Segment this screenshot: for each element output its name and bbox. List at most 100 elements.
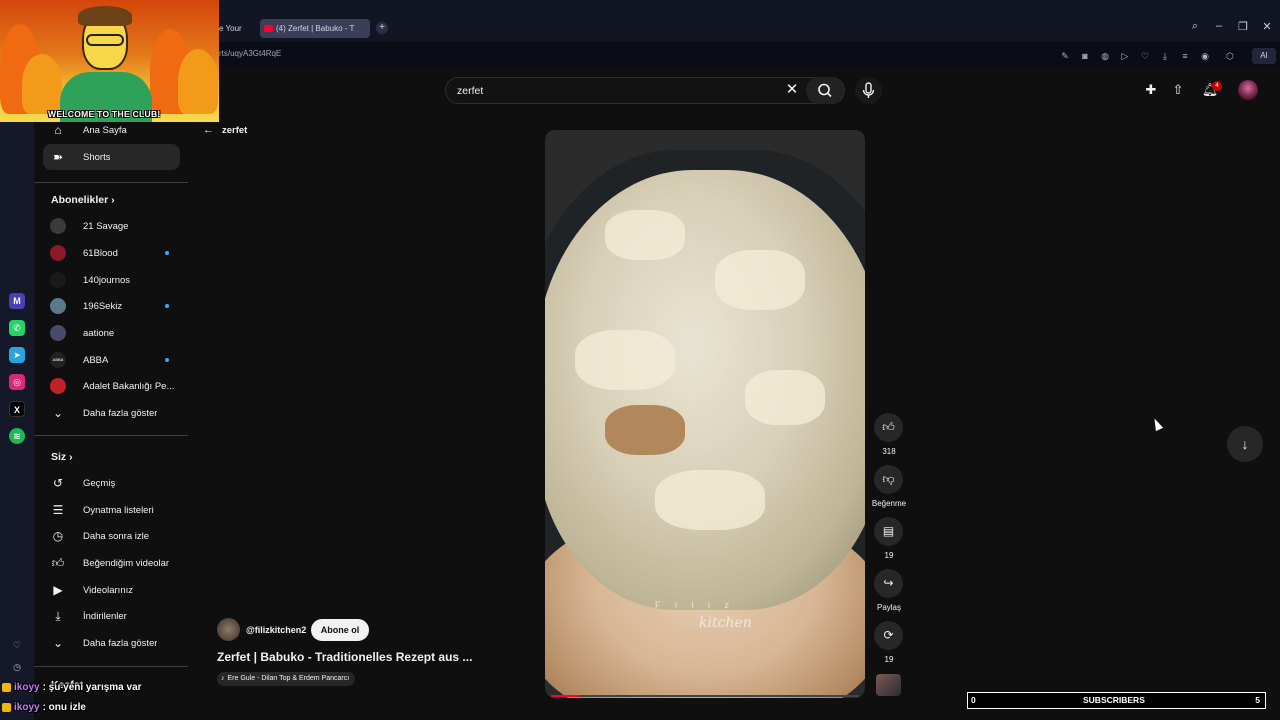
sidebar-item-label: 61Blood: [83, 247, 118, 259]
sidebar-channel[interactable]: ABBA ABBA: [43, 347, 180, 373]
channel-avatar[interactable]: [217, 618, 240, 641]
short-title[interactable]: Zerfet | Babuko - Traditionelles Rezept …: [217, 650, 472, 664]
extension-icon[interactable]: ⬡: [1224, 50, 1236, 62]
remix-button[interactable]: ⟳: [874, 621, 903, 650]
video-watermark: kitchen: [699, 615, 752, 631]
sidebar-channel[interactable]: aatione: [43, 320, 180, 346]
like-button[interactable]: 👍︎: [874, 413, 903, 442]
sound-thumbnail[interactable]: [876, 674, 901, 696]
sidebar-item-watch-later[interactable]: ◷ Daha sonra izle: [43, 523, 180, 549]
new-content-dot: [165, 358, 169, 362]
music-chip[interactable]: ♪ Ere Gule - Dilan Top & Erdem Pancarcı: [217, 672, 356, 686]
instagram-icon[interactable]: ◎: [9, 374, 25, 390]
sidebar-item-label: Ana Sayfa: [83, 124, 127, 136]
texture: [655, 470, 765, 530]
shorts-icon: ➽: [52, 150, 64, 164]
subscriptions-heading[interactable]: Abonelikler ›: [51, 194, 115, 206]
mail-app-icon[interactable]: M: [9, 293, 25, 309]
thumbs-up-icon: 👍︎: [51, 555, 65, 570]
play-icon[interactable]: ▷: [1119, 50, 1131, 62]
ai-button[interactable]: AI: [1252, 48, 1276, 64]
sidebar-item-label: 21 Savage: [83, 220, 129, 232]
shield-icon[interactable]: ◍: [1099, 50, 1111, 62]
heart-icon[interactable]: ♡: [1139, 50, 1151, 62]
new-content-dot: [165, 251, 169, 255]
x-icon[interactable]: X: [9, 401, 25, 417]
video-frame-crust: [605, 405, 685, 455]
edit-icon[interactable]: ✎: [1059, 50, 1071, 62]
sidebar-item-liked-videos[interactable]: 👍︎ Beğendiğim videolar: [43, 550, 180, 576]
character-glasses: [86, 34, 124, 46]
chevron-down-icon: ⌄: [52, 406, 64, 420]
home-icon: ⌂: [54, 123, 62, 137]
channel-handle[interactable]: @filizkitchen2: [246, 625, 306, 635]
sidebar-item-history[interactable]: ↺ Geçmiş: [43, 470, 180, 496]
video-progress-fill: [551, 695, 579, 697]
sidebar-channel[interactable]: 196Sekiz: [43, 293, 180, 319]
whatsapp-icon[interactable]: ✆: [9, 320, 25, 336]
browser-tab-active[interactable]: (4) Zerfet | Babuko - T: [260, 19, 370, 38]
character-hair: [78, 6, 132, 26]
dislike-button[interactable]: 👎︎: [874, 465, 903, 494]
you-heading[interactable]: Siz ›: [51, 451, 73, 463]
next-short-button[interactable]: ↓: [1227, 426, 1263, 462]
browser-tab-1[interactable]: e Your Day: [219, 19, 257, 52]
chat-text: : şu yeni yarışma var: [42, 682, 142, 693]
youtube-favicon-icon: [264, 25, 273, 32]
back-label: zerfet: [222, 124, 248, 136]
share-button[interactable]: ↪: [874, 569, 903, 598]
url-field[interactable]: rts/uqyA3Gt4RqE: [219, 49, 281, 58]
sidebar-item-shorts[interactable]: ➽ Shorts: [43, 144, 180, 170]
back-to-results[interactable]: ← zerfet: [203, 124, 247, 136]
comments-button[interactable]: ▤: [874, 517, 903, 546]
sidebar-channel[interactable]: Adalet Bakanlığı Pe...: [43, 373, 180, 399]
favorites-heart-icon[interactable]: ♡: [9, 637, 25, 653]
create-icon[interactable]: ✚: [1142, 81, 1160, 99]
divider: [34, 666, 188, 667]
sidebar-item-label: Oynatma listeleri: [83, 504, 154, 516]
video-progress-track[interactable]: [551, 695, 859, 697]
minimize-button[interactable]: –: [1212, 20, 1226, 36]
sidebar-channel[interactable]: 140journos: [43, 267, 180, 293]
show-more-you[interactable]: ⌄ Daha fazla göster: [43, 630, 180, 656]
channel-avatar: [50, 245, 66, 261]
upload-icon[interactable]: ⇧: [1169, 81, 1187, 99]
sidebar-channel[interactable]: 21 Savage: [43, 213, 180, 239]
sidebar-item-your-videos[interactable]: ▶ Videolarınız: [43, 577, 180, 603]
channel-avatar: [50, 298, 66, 314]
sidebar-item-downloads[interactable]: ⤓ İndirilenler: [43, 603, 180, 629]
account-avatar[interactable]: [1238, 80, 1258, 100]
texture: [605, 210, 685, 260]
sidebar-item-home[interactable]: ⌂ Ana Sayfa: [43, 117, 180, 143]
search-button[interactable]: [806, 77, 844, 104]
chat-message: ikoyy : onu izle: [2, 702, 86, 713]
subscribe-button[interactable]: Abone ol: [311, 619, 369, 641]
download-icon[interactable]: ⤓: [1159, 50, 1171, 62]
search-input[interactable]: [457, 83, 757, 99]
like-count: 318: [882, 447, 896, 456]
spotify-icon[interactable]: ≋: [9, 428, 25, 444]
search-tabs-icon[interactable]: ⌕: [1188, 20, 1202, 36]
voice-search-button[interactable]: [855, 77, 882, 104]
download-icon: ⤓: [55, 608, 61, 623]
restore-button[interactable]: ❐: [1236, 20, 1250, 36]
sidebar-item-label: 140journos: [83, 274, 131, 286]
close-window-button[interactable]: ✕: [1260, 20, 1274, 36]
remix-count: 19: [884, 655, 894, 664]
new-content-dot: [165, 304, 169, 308]
profile-icon[interactable]: ◉: [1199, 50, 1211, 62]
subscriber-goal-bar: 0 SUBSCRIBERS 5: [967, 692, 1266, 709]
sidebar-item-playlists[interactable]: ☰ Oynatma listeleri: [43, 497, 180, 523]
chevron-down-icon: ⌄: [52, 636, 64, 650]
chat-badge-icon: [2, 683, 11, 692]
camera-icon[interactable]: ◙: [1079, 50, 1091, 62]
show-more-subscriptions[interactable]: ⌄ Daha fazla göster: [43, 400, 180, 426]
telegram-icon[interactable]: ➤: [9, 347, 25, 363]
new-tab-button[interactable]: +: [376, 22, 388, 34]
sidebar-channel[interactable]: 61Blood: [43, 240, 180, 266]
short-video-player[interactable]: F i l i z kitchen: [545, 130, 865, 698]
clear-search-icon[interactable]: ✕: [783, 81, 801, 99]
notification-count-badge: 4: [1212, 81, 1222, 91]
history-clock-icon[interactable]: ◷: [9, 659, 25, 675]
menu-icon[interactable]: ≡: [1179, 50, 1191, 62]
